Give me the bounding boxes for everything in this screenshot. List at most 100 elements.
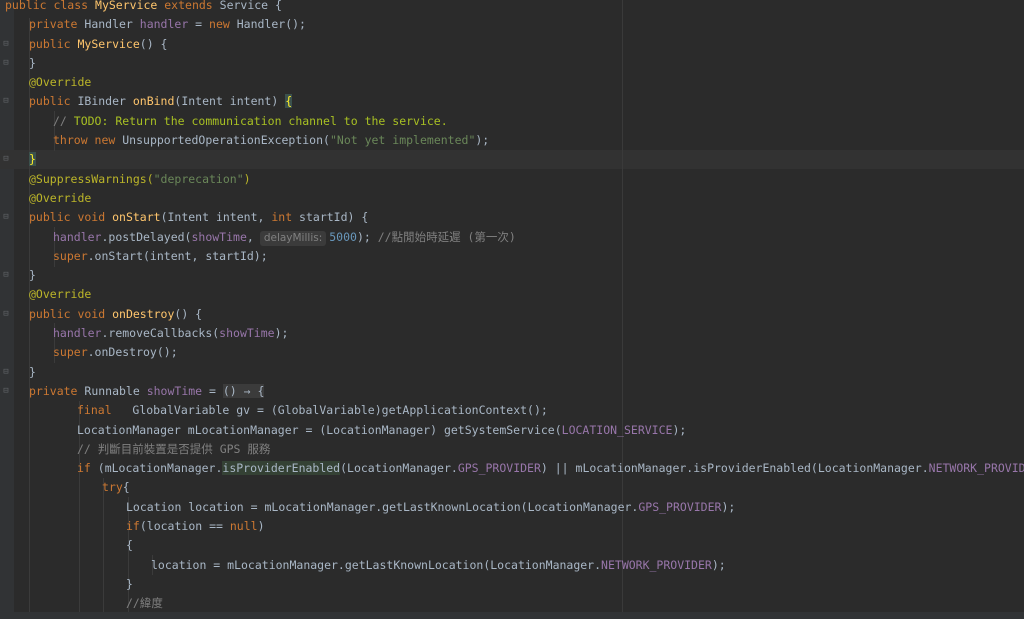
code-line[interactable]: if(location == null) xyxy=(0,517,1024,536)
code-line[interactable]: private Handler handler = new Handler(); xyxy=(0,15,1024,34)
code-text: Location location = mLocationManager.get… xyxy=(5,498,735,517)
code-token: startId) { xyxy=(299,210,369,225)
code-token: { xyxy=(122,480,130,495)
code-token: 5000 xyxy=(329,229,357,244)
code-text: handler.removeCallbacks(showTime); xyxy=(5,324,288,343)
code-text: public void onStart(Intent intent, int s… xyxy=(5,208,368,227)
code-token: LocationManager mLocationManager = (Loca… xyxy=(77,422,562,437)
code-line[interactable]: handler.removeCallbacks(showTime); xyxy=(0,324,1024,343)
code-token: public xyxy=(29,94,78,109)
code-text: location = mLocationManager.getLastKnown… xyxy=(5,556,726,575)
code-line[interactable]: @Override xyxy=(0,73,1024,92)
code-token: Runnable xyxy=(84,383,147,398)
code-text: super.onStart(intent, startId); xyxy=(5,247,268,266)
code-token: { xyxy=(126,538,133,553)
code-token: onDestroy xyxy=(112,306,175,321)
code-line[interactable]: } xyxy=(0,575,1024,594)
code-token: null xyxy=(229,519,258,534)
code-token: ); xyxy=(274,326,289,341)
horizontal-scrollbar[interactable] xyxy=(0,612,1024,619)
code-line[interactable]: try{ xyxy=(0,478,1024,497)
code-token: ) xyxy=(257,519,265,534)
code-token: ) || mLocationManager.isProviderEnabled(… xyxy=(540,461,929,476)
code-token: .onStart(intent, startId); xyxy=(87,248,268,263)
code-token: (mLocationManager. xyxy=(97,461,223,476)
code-line[interactable]: // 判斷目前裝置是否提供 GPS 服務 xyxy=(0,440,1024,459)
code-token: throw new xyxy=(53,133,123,148)
code-token: // 判斷目前裝置是否提供 GPS 服務 xyxy=(77,441,271,456)
code-token: handler xyxy=(53,229,102,244)
code-token: LOCATION_SERVICE xyxy=(561,422,673,437)
code-token: @Override xyxy=(29,75,92,90)
code-token: .postDelayed( xyxy=(101,229,192,244)
code-token: handler xyxy=(139,17,189,32)
code-token: () → { xyxy=(222,383,265,398)
code-token: { xyxy=(285,94,293,109)
code-text: } xyxy=(5,363,36,382)
code-text: public class MyService extends Service { xyxy=(5,0,282,15)
code-token: super xyxy=(53,248,88,263)
code-token: TODO: Return the communication channel t… xyxy=(73,113,448,128)
code-token: showTime xyxy=(146,383,203,398)
code-token: = xyxy=(188,17,210,32)
code-line[interactable]: LocationManager mLocationManager = (Loca… xyxy=(0,421,1024,440)
code-line[interactable]: // TODO: Return the communication channe… xyxy=(0,112,1024,131)
code-token: isProviderEnabled xyxy=(222,461,341,476)
code-text: @SuppressWarnings("deprecation") xyxy=(5,170,251,189)
code-line[interactable]: public class MyService extends Service { xyxy=(0,0,1024,15)
code-line[interactable]: ⊟ public void onStart(Intent intent, int … xyxy=(0,208,1024,227)
code-line[interactable]: ⊟ private Runnable showTime = () → { xyxy=(0,382,1024,401)
code-token: // xyxy=(53,113,74,128)
code-text: @Override xyxy=(5,189,91,208)
code-line[interactable]: { xyxy=(0,536,1024,555)
code-token: ); xyxy=(356,229,378,244)
code-token: NETWORK_PROVIDER xyxy=(928,461,1024,476)
code-token: IBinder xyxy=(77,94,133,109)
code-text: LocationManager mLocationManager = (Loca… xyxy=(5,421,686,440)
code-token: Location location = mLocationManager.get… xyxy=(126,499,639,514)
code-line[interactable]: @Override xyxy=(0,189,1024,208)
code-token: MyService xyxy=(77,36,140,51)
code-token: (LocationManager. xyxy=(340,461,458,476)
code-token: private xyxy=(29,383,85,398)
code-line[interactable]: ⊟} xyxy=(0,363,1024,382)
code-token: Handler(); xyxy=(236,17,306,32)
code-token: .removeCallbacks( xyxy=(101,326,220,341)
code-text: throw new UnsupportedOperationException(… xyxy=(5,131,489,150)
parameter-hint: delayMillis: xyxy=(259,230,327,246)
code-token: @Override xyxy=(29,190,92,205)
code-line[interactable]: if (mLocationManager.isProviderEnabled(L… xyxy=(0,459,1024,478)
code-line[interactable]: location = mLocationManager.getLastKnown… xyxy=(0,556,1024,575)
code-token: "deprecation" xyxy=(153,171,244,186)
code-token: try xyxy=(102,480,123,495)
code-line[interactable]: ⊟} xyxy=(0,54,1024,73)
code-text: try{ xyxy=(5,478,130,497)
code-line[interactable]: final GlobalVariable gv = (GlobalVariabl… xyxy=(0,401,1024,420)
code-line[interactable]: throw new UnsupportedOperationException(… xyxy=(0,131,1024,150)
code-editor[interactable]: public class MyService extends Service {… xyxy=(0,0,1024,614)
code-token: ); xyxy=(711,557,726,572)
code-line[interactable]: ⊟ public IBinder onBind(Intent intent) { xyxy=(0,92,1024,111)
code-token: handler xyxy=(53,326,102,341)
code-token: ); xyxy=(672,422,687,437)
code-line[interactable]: Location location = mLocationManager.get… xyxy=(0,498,1024,517)
code-line[interactable]: @Override xyxy=(0,285,1024,304)
code-line[interactable]: ⊟ public void onDestroy() { xyxy=(0,305,1024,324)
code-token: ); xyxy=(475,133,490,148)
code-line[interactable]: ⊟} xyxy=(0,266,1024,285)
code-text: } xyxy=(5,150,36,169)
code-line[interactable]: @SuppressWarnings("deprecation") xyxy=(0,170,1024,189)
code-token: } xyxy=(29,268,36,283)
code-text: } xyxy=(5,266,36,285)
code-line[interactable]: ⊟ public MyService() { xyxy=(0,35,1024,54)
code-line[interactable]: super.onStart(intent, startId); xyxy=(0,247,1024,266)
code-token: () { xyxy=(139,36,168,51)
code-line[interactable]: ⊟} xyxy=(0,150,1024,169)
code-line[interactable]: handler.postDelayed(showTime, delayMillis… xyxy=(0,228,1024,247)
code-token: public void xyxy=(29,210,113,225)
code-token: GlobalVariable gv = (GlobalVariable)getA… xyxy=(132,403,548,418)
code-token: //點閒始時延遲 (第一次) xyxy=(377,229,516,244)
code-token: location = mLocationManager.getLastKnown… xyxy=(151,557,602,572)
code-line[interactable]: super.onDestroy(); xyxy=(0,343,1024,362)
code-line[interactable]: //緯度 xyxy=(0,594,1024,613)
